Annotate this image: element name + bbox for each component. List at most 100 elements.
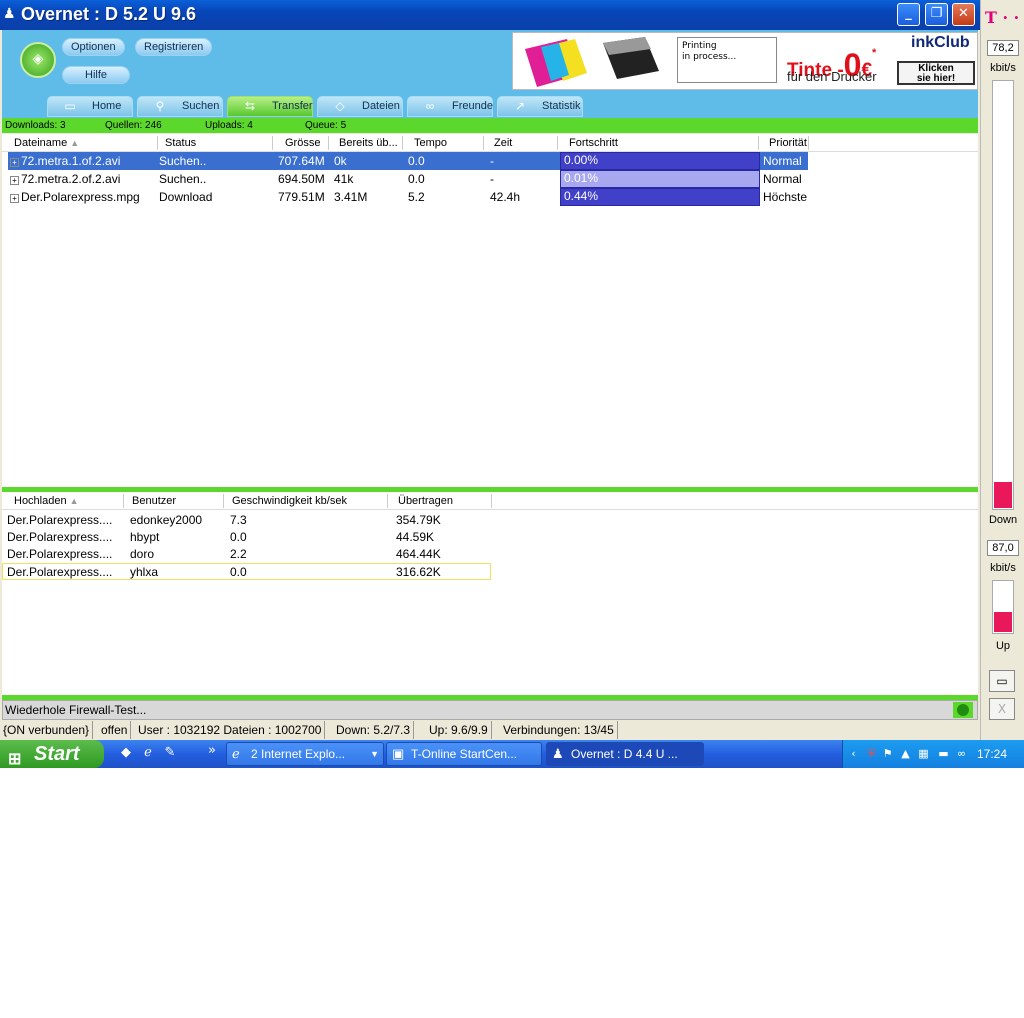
ink-cartridge-icon: [525, 37, 659, 87]
column-header-upload[interactable]: Hochladen ▲: [10, 494, 124, 508]
tab-label: Dateien: [362, 100, 400, 112]
search-icon: ⚲: [155, 99, 165, 113]
upload-row[interactable]: Der.Polarexpress.... edonkey2000 7.3 354…: [2, 512, 978, 529]
inkclub-ad-banner[interactable]: Printing in process... Tinte -0€* für de…: [512, 32, 978, 90]
upload-speed-cell: 2.2: [230, 547, 247, 561]
group-dropdown-icon: ▼: [370, 749, 379, 759]
upload-row[interactable]: Der.Polarexpress.... yhlxa 0.0 316.62K: [2, 563, 491, 580]
upload-speed-cell: 0.0: [230, 565, 247, 579]
column-header-upload-transferred[interactable]: Übertragen: [394, 494, 492, 508]
quicklaunch-ie-icon[interactable]: ℯ: [140, 745, 156, 761]
help-button[interactable]: Hilfe: [62, 66, 131, 84]
start-button[interactable]: ⊞ Start: [0, 740, 104, 768]
quicklaunch-icon-1[interactable]: ◆: [118, 745, 134, 761]
clock: 17:24: [977, 747, 1008, 761]
column-header-size[interactable]: Grösse: [281, 136, 329, 150]
filename-text: Der.Polarexpress.mpg: [21, 190, 140, 204]
download-row[interactable]: +72.metra.1.of.2.avi Suchen.. 707.64M 0k…: [2, 152, 978, 170]
column-header-upload-speed[interactable]: Geschwindigkeit kb/sek: [228, 494, 388, 508]
down-meter-fill: [994, 482, 1012, 508]
column-header-speed[interactable]: Tempo: [410, 136, 484, 150]
network-users: User : 1032192 Dateien : 1002700: [135, 721, 326, 739]
quicklaunch-icon-3[interactable]: ✎: [162, 745, 178, 761]
start-label: Start: [34, 743, 80, 765]
options-button[interactable]: Optionen: [62, 38, 125, 56]
ad-click-button[interactable]: Klicken sie hier!: [897, 61, 975, 85]
upload-transferred-cell: 316.62K: [396, 565, 441, 579]
meter-close-button[interactable]: X: [989, 698, 1015, 720]
progress-text: 0.01%: [564, 171, 599, 185]
task-internet-explorer[interactable]: ℯ 2 Internet Explo... ▼: [226, 742, 384, 766]
tab-files[interactable]: ◇ Dateien: [317, 96, 403, 117]
time-cell: 42.4h: [490, 190, 521, 204]
tab-friends[interactable]: ∞ Freunde: [407, 96, 493, 117]
transferred-cell: 3.41M: [334, 190, 368, 204]
restore-button[interactable]: ❐: [925, 3, 948, 26]
overnet-logo-icon[interactable]: ◈: [20, 42, 56, 78]
upload-list-header: Hochladen ▲ Benutzer Geschwindigkeit kb/…: [2, 492, 978, 510]
upload-file-cell: Der.Polarexpress....: [7, 513, 113, 527]
tab-statistics[interactable]: ↗ Statistik: [497, 96, 583, 117]
column-header-user[interactable]: Benutzer: [128, 494, 224, 508]
down-unit: kbit/s: [990, 62, 1016, 74]
tray-lite-icon[interactable]: ▦: [916, 746, 931, 761]
window-mode-button[interactable]: ▭: [989, 670, 1015, 692]
task-label: T-Online StartCen...: [411, 747, 518, 761]
upload-user-cell: doro: [130, 547, 155, 561]
register-button[interactable]: Registrieren: [135, 38, 213, 56]
filename-text: 72.metra.1.of.2.avi: [21, 154, 121, 168]
up-meter-fill: [994, 612, 1012, 632]
size-cell: 779.51M: [278, 190, 325, 204]
transfer-icon: ⇆: [244, 99, 256, 113]
friends-icon: ∞: [425, 99, 435, 113]
downloads-count: Downloads: 3: [5, 120, 66, 131]
tray-expand-icon[interactable]: ‹: [846, 746, 861, 761]
sources-count: Quellen: 246: [105, 120, 162, 131]
tab-label: Suchen: [182, 100, 220, 112]
progress-text: 0.00%: [564, 153, 599, 167]
close-button[interactable]: ✕: [952, 3, 975, 26]
antivirus-icon[interactable]: ⛨: [864, 746, 879, 761]
speed-cell: 0.0: [408, 154, 425, 168]
title-bar[interactable]: ♟ Overnet : D 5.2 U 9.6 _ ❐ ✕: [0, 0, 980, 30]
up-meter-bar: [992, 580, 1014, 634]
tray-media-icon[interactable]: ▬: [936, 746, 951, 761]
tray-app-icon[interactable]: ▲: [898, 746, 913, 761]
task-t-online[interactable]: ▣ T-Online StartCen...: [386, 742, 542, 766]
tab-search[interactable]: ⚲ Suchen: [137, 96, 223, 117]
download-row[interactable]: + Der.Polarexpress.mpg Download 779.51M 3…: [2, 188, 978, 206]
task-overnet[interactable]: ♟ Overnet : D 4.4 U ...: [546, 742, 704, 766]
column-header-priority[interactable]: Priorität: [765, 136, 809, 150]
column-header-time[interactable]: Zeit: [490, 136, 558, 150]
upload-speed-cell: 0.0: [230, 530, 247, 544]
column-label: Dateiname: [14, 137, 68, 149]
network-icon[interactable]: ⚑: [880, 746, 895, 761]
column-header-filename[interactable]: Dateiname ▲: [10, 136, 158, 150]
download-row[interactable]: +72.metra.2.of.2.avi Suchen.. 694.50M 41…: [2, 170, 978, 188]
connection-status-icon[interactable]: [953, 702, 973, 718]
tab-transfer[interactable]: ⇆ Transfer: [227, 96, 313, 117]
minimize-button[interactable]: _: [897, 3, 920, 26]
firewall-status-bar: Wiederhole Firewall-Test...: [2, 700, 978, 720]
task-label: Overnet : D 4.4 U ...: [571, 747, 678, 761]
expand-icon[interactable]: +: [10, 194, 19, 203]
filename-cell: +72.metra.1.of.2.avi: [8, 152, 156, 170]
status-cell: Suchen..: [159, 154, 207, 168]
expand-icon[interactable]: +: [10, 158, 19, 167]
down-label: Down: [988, 514, 1018, 526]
column-header-transferred[interactable]: Bereits üb...: [335, 136, 403, 150]
upload-user-cell: yhlxa: [130, 565, 159, 579]
upload-row[interactable]: Der.Polarexpress.... hbypt 0.0 44.59K: [2, 529, 978, 546]
expand-icon[interactable]: +: [10, 176, 19, 185]
upload-transferred-cell: 464.44K: [396, 547, 441, 561]
port-status: offen: [98, 721, 132, 739]
upload-row[interactable]: Der.Polarexpress.... doro 2.2 464.44K: [2, 546, 978, 563]
tray-device-icon[interactable]: ∞: [954, 746, 969, 761]
tab-home[interactable]: ▭ Home: [47, 96, 133, 117]
download-list-header: Dateiname ▲ Status Grösse Bereits üb... …: [2, 134, 978, 152]
upload-list: Hochladen ▲ Benutzer Geschwindigkeit kb/…: [2, 492, 978, 694]
quicklaunch-overflow-chevron-icon[interactable]: »: [204, 743, 220, 759]
column-header-status[interactable]: Status: [161, 136, 273, 150]
column-header-progress[interactable]: Fortschritt: [565, 136, 759, 150]
tab-label: Transfer: [272, 100, 313, 112]
